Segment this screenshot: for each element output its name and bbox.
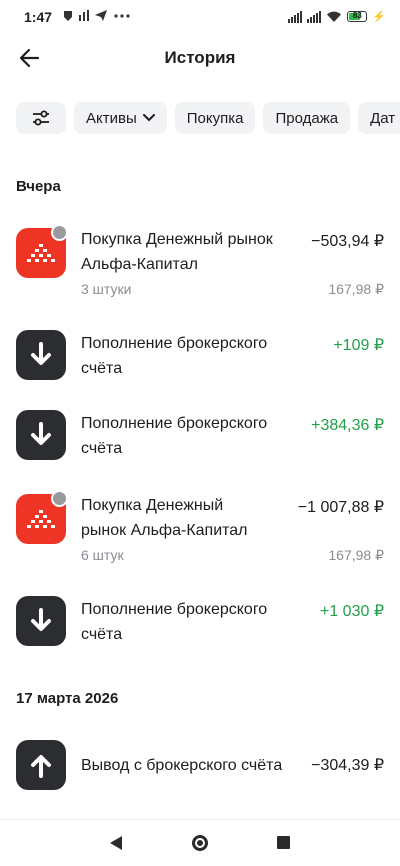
charging-icon: ⚡ — [372, 11, 386, 23]
signal-2-icon — [307, 10, 322, 23]
filter-settings-button[interactable] — [16, 102, 66, 134]
wifi-icon — [327, 11, 342, 22]
battery-icon: 83 — [347, 11, 368, 22]
history-item[interactable]: Покупка Денежный рынок Альфа-Капитал 3 ш… — [0, 224, 400, 300]
deposit-arrow-icon — [16, 330, 66, 380]
deposit-arrow-icon — [16, 596, 66, 646]
history-item[interactable]: Пополнение брокерского счёта +384,36 ₽ — [0, 410, 400, 464]
history-item[interactable]: Пополнение брокерского счёта +1 030 ₽ — [0, 596, 400, 650]
system-nav-bar — [0, 819, 400, 866]
item-amount: +1 030 ₽ — [319, 603, 384, 620]
nav-home-icon[interactable] — [192, 835, 208, 851]
item-amount: +109 ₽ — [333, 337, 384, 354]
status-time: 1:47 — [24, 9, 53, 25]
status-right: 83 ⚡ — [288, 10, 386, 23]
item-quantity: 3 штуки — [81, 281, 132, 297]
chevron-down-icon — [142, 114, 155, 122]
battery-level: 83 — [352, 11, 362, 20]
item-title: Покупка Денежный рынок Альфа-Капитал — [81, 231, 273, 273]
header: История — [0, 36, 400, 80]
section-header-date: 17 марта 2026 — [16, 690, 119, 707]
filter-buy[interactable]: Покупка — [174, 102, 256, 134]
data-icon — [79, 15, 81, 21]
item-quantity: 6 штук — [81, 547, 124, 563]
history-item[interactable]: Вывод с брокерского счёта −304,39 ₽ — [0, 740, 400, 794]
nav-recents-icon[interactable] — [277, 836, 290, 849]
history-item[interactable]: Пополнение брокерского счёта +109 ₽ — [0, 330, 400, 384]
item-title: Пополнение брокерского счёта — [81, 335, 268, 377]
item-title: Покупка Денежный рынок Альфа-Капитал — [81, 497, 248, 539]
history-item[interactable]: Покупка Денежный рынок Альфа-Капитал 6 ш… — [0, 490, 400, 566]
signal-icon — [288, 10, 303, 23]
item-amount: −304,39 ₽ — [311, 757, 384, 774]
deposit-arrow-icon — [16, 410, 66, 460]
telegram-icon — [95, 10, 107, 21]
filter-sell[interactable]: Продажа — [263, 102, 351, 134]
item-title: Вывод с брокерского счёта — [81, 757, 283, 774]
withdraw-arrow-icon — [16, 740, 66, 790]
item-title: Пополнение брокерского счёта — [81, 415, 268, 457]
item-price: 167,98 ₽ — [328, 547, 384, 563]
filter-bar: Активы Покупка Продажа Дат — [16, 102, 400, 134]
page-title: История — [164, 48, 236, 67]
shield-icon — [64, 11, 72, 21]
more-dots-icon — [114, 14, 118, 18]
sliders-icon — [33, 110, 49, 126]
item-title: Пополнение брокерского счёта — [81, 601, 268, 643]
pending-clock-icon — [51, 224, 68, 241]
item-amount: +384,36 ₽ — [311, 417, 384, 434]
nav-back-icon[interactable] — [109, 835, 123, 851]
notification-icons-svg — [64, 10, 130, 21]
pending-clock-icon — [51, 490, 68, 507]
filter-date-label: Дат — [370, 109, 396, 127]
section-header-yesterday: Вчера — [16, 178, 61, 195]
item-price: 167,98 ₽ — [328, 281, 384, 297]
filter-assets-label: Активы — [86, 109, 137, 127]
status-bar: 1:47 83 ⚡ — [0, 0, 400, 34]
item-amount: −503,94 ₽ — [311, 233, 384, 250]
item-amount: −1 007,88 ₽ — [297, 499, 384, 516]
filter-assets[interactable]: Активы — [74, 102, 167, 134]
filter-sell-label: Продажа — [275, 109, 339, 127]
notification-icons — [62, 9, 144, 26]
filter-date[interactable]: Дат — [358, 102, 400, 134]
filter-buy-label: Покупка — [186, 109, 244, 127]
